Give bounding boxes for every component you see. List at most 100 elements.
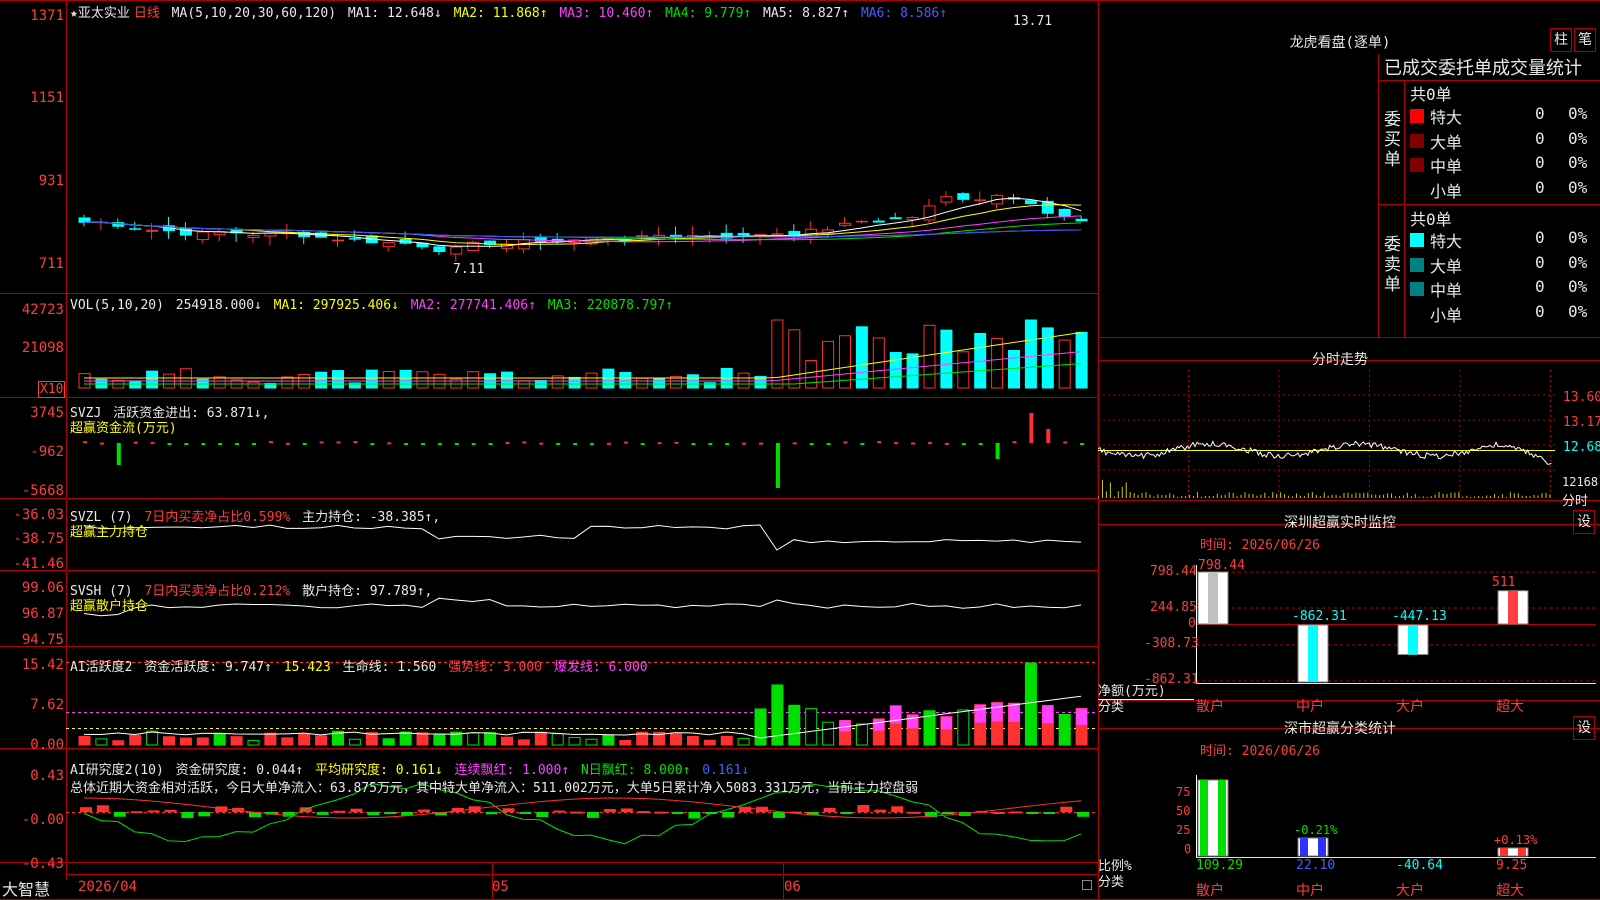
- ai-research-bar: [1060, 806, 1073, 812]
- ai-active-bar: [230, 736, 243, 746]
- ai-active-bar: [737, 738, 750, 746]
- vol-label: VOL(5,10,20): [70, 298, 164, 313]
- intraday-volume-bar: [1212, 495, 1214, 498]
- low-price-label: 7.11: [453, 262, 485, 277]
- dragon-title: 龙虎看盘(逐单): [1289, 35, 1391, 51]
- legend-swatch: [1410, 257, 1424, 272]
- ai-research-panel-title: AI研究度2(10) 资金研究度: 0.044↑ 平均研究度: 0.161↓ 连…: [70, 759, 753, 778]
- ai-research-bar: [840, 812, 853, 814]
- svzj-bar: [1029, 413, 1034, 443]
- ai-research-bar: [992, 811, 1005, 814]
- ai-active-bar: [78, 736, 91, 746]
- monitor-value-label: 798.44: [1198, 558, 1245, 573]
- candle: [332, 239, 344, 242]
- sz-monitor-time: 时间: 2026/06/26: [1200, 538, 1320, 553]
- brand-label: 大智慧: [2, 880, 51, 899]
- legend-swatch: [1410, 109, 1424, 123]
- sz-monitor-settings-button[interactable]: 设: [1573, 510, 1595, 534]
- ma3-value: MA3: 10.460↑: [559, 6, 654, 21]
- buy-side-label: 委买单: [1384, 110, 1401, 170]
- intraday-volume-bar: [1486, 495, 1488, 498]
- ai-research-bar: [130, 811, 143, 814]
- price-axis-label: 931: [38, 173, 64, 189]
- intraday-volume-bar: [1466, 495, 1468, 498]
- intraday-volume-bar: [1228, 492, 1230, 498]
- intraday-volume-bar: [1220, 495, 1222, 498]
- svzj-bar: [133, 441, 138, 444]
- intraday-volume-bar: [1458, 492, 1460, 498]
- intraday-volume-bar: [1387, 493, 1389, 498]
- ai-research-bar: [198, 812, 211, 817]
- sz-monitor-axis: 798.44: [1150, 564, 1197, 579]
- ai-active-bar: [163, 736, 175, 746]
- stock-name[interactable]: ★亚太实业: [70, 6, 130, 21]
- volume-bar: [940, 329, 953, 389]
- monitor-category: 超大: [1496, 699, 1524, 715]
- svsh-axis-label: 94.75: [21, 632, 64, 648]
- period-label[interactable]: 日线: [134, 6, 160, 21]
- ai-research-bar: [384, 812, 397, 814]
- intraday-volume-bar: [1410, 496, 1412, 498]
- ai-active-bar: [196, 737, 209, 746]
- ai-research-bar: [367, 812, 380, 816]
- intraday-volume-bar: [1244, 492, 1246, 498]
- svzj-bar: [252, 443, 256, 445]
- intraday-volume-bar: [1149, 494, 1151, 498]
- ai-active-v3: 生命线: 1.560: [342, 660, 437, 675]
- sz-stats-axis: 25: [1176, 823, 1191, 837]
- ai-active-bar: [315, 735, 328, 746]
- intraday-volume-bar: [1363, 492, 1365, 498]
- volume-bar: [315, 371, 328, 389]
- intraday-volume-bar: [1454, 492, 1456, 498]
- ai-research-bar: [637, 811, 650, 814]
- volume-bar: [889, 352, 902, 389]
- intraday-volume-bar: [1430, 495, 1432, 498]
- stats-bar-stripe: [1300, 838, 1308, 856]
- date-axis-label: 05: [492, 879, 509, 895]
- ma6-value: MA6: 8.586↑: [860, 6, 948, 21]
- svzj-bar: [488, 443, 493, 445]
- intraday-volume-bar: [1153, 496, 1155, 498]
- stats-value-label: -40.64: [1396, 858, 1443, 873]
- intraday-volume-bar: [1414, 493, 1416, 498]
- high-price-label: 13.71: [1013, 14, 1053, 29]
- intraday-volume-bar: [1529, 496, 1531, 498]
- lock-icon[interactable]: [1082, 880, 1092, 890]
- ai-research-bar: [908, 811, 921, 814]
- bar-mode-button[interactable]: 柱: [1550, 28, 1572, 52]
- svzj-bar: [437, 443, 442, 445]
- intraday-volume-bar: [1319, 495, 1321, 498]
- ai-research-bar: [519, 812, 532, 814]
- price-axis-label: 711: [38, 256, 64, 272]
- order-percent: 0%: [1568, 128, 1588, 148]
- svzj-bar: [387, 442, 392, 445]
- legend-swatch: [1410, 133, 1424, 148]
- candle: [636, 235, 649, 238]
- date-axis-label: 2026/04: [78, 879, 138, 895]
- tick-mode-button[interactable]: 笔: [1574, 28, 1596, 52]
- intraday-volume-bar: [1339, 496, 1341, 498]
- order-percent: 0%: [1568, 277, 1588, 296]
- sell-total: 共0单: [1410, 210, 1452, 229]
- ai-active-bar: [585, 738, 598, 746]
- ai-active-v1: 资金活跃度: 9.747↑: [144, 660, 272, 675]
- intraday-volume-bar: [1426, 496, 1428, 498]
- ai-research-bar: [96, 805, 109, 812]
- order-count: 0: [1535, 301, 1545, 321]
- vol-ma2: MA2: 277741.406↑: [410, 298, 536, 313]
- sz-stats-axis: 50: [1176, 804, 1191, 818]
- intraday-volume-bar: [1355, 492, 1357, 498]
- stats-bar-stripe: [1318, 838, 1326, 856]
- svzl-desc: 7日内买卖净占比0.599%: [144, 510, 291, 525]
- intraday-volume-bar: [1482, 496, 1484, 498]
- candle: [1058, 208, 1071, 218]
- stats-category: 散户: [1196, 883, 1224, 899]
- sz-stats-settings-button[interactable]: 设: [1573, 716, 1595, 740]
- ai-active-bar: [957, 709, 970, 746]
- intraday-volume-bar: [1470, 496, 1472, 498]
- sz-monitor-axis: -308.73: [1144, 636, 1199, 651]
- intraday-volume-bar: [1252, 494, 1254, 498]
- ai-research-bar: [688, 812, 701, 819]
- volume-bar: [991, 338, 1004, 389]
- svzj-bar: [944, 442, 949, 445]
